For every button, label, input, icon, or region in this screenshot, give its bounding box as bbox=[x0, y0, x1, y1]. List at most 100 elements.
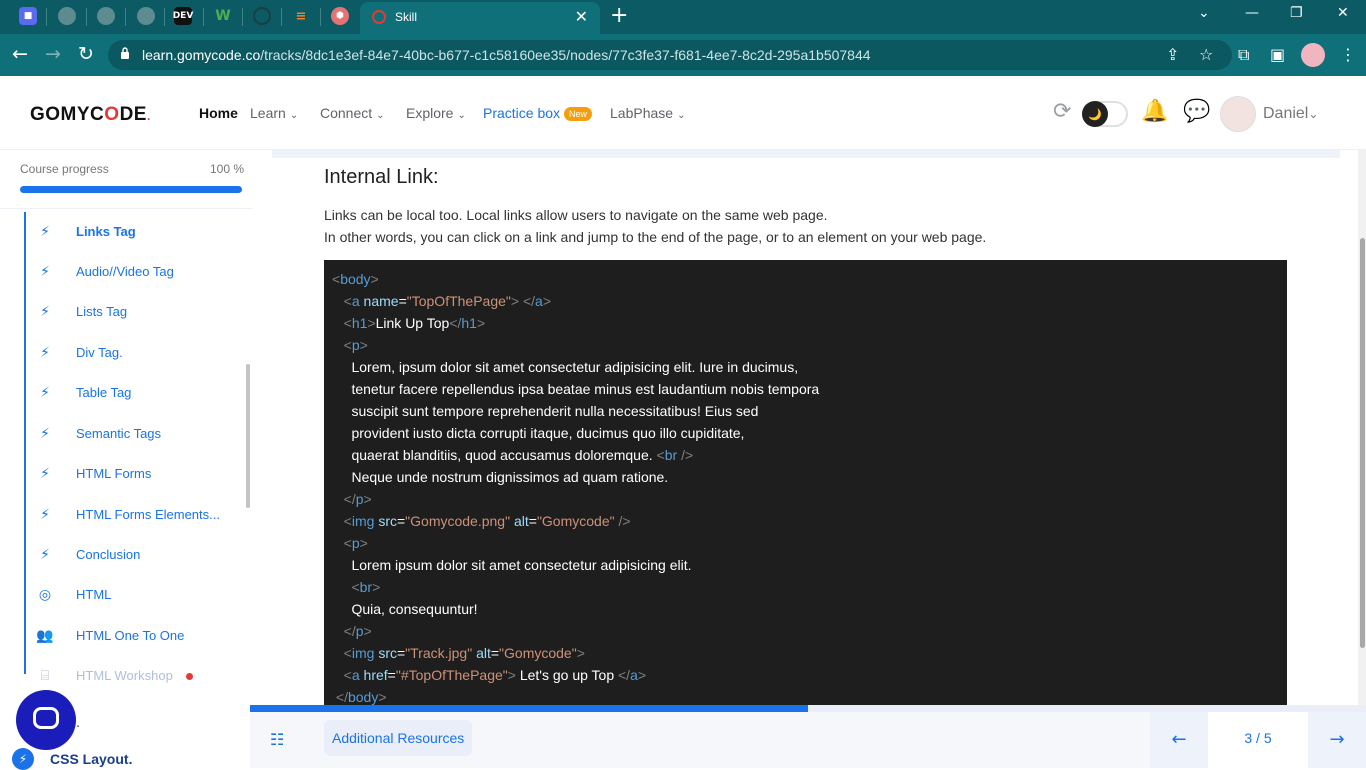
course-sidebar: Course progress 100 % ⚡ Links Tag ⚡ Audio/… bbox=[0, 150, 252, 770]
bolt-icon: ⚡ bbox=[40, 507, 50, 523]
globe-icon[interactable] bbox=[58, 7, 76, 25]
close-icon[interactable]: ✕ bbox=[575, 7, 588, 27]
new-tab-button[interactable]: + bbox=[610, 3, 628, 28]
next-arrow-icon[interactable]: → bbox=[1308, 712, 1366, 768]
bolt-icon: ⚡ bbox=[40, 466, 50, 482]
w-icon[interactable]: W bbox=[214, 7, 232, 25]
gomycode-logo[interactable]: GOMYCODE. bbox=[30, 104, 151, 126]
sidebar-item-html[interactable]: ◎ HTML bbox=[36, 585, 236, 605]
new-badge: New bbox=[564, 107, 593, 121]
nav-learn[interactable]: Learn ⌄ bbox=[250, 105, 298, 121]
lesson-paragraph: Links can be local too. Local links allo… bbox=[324, 207, 987, 245]
chevron-down-icon: ⌄ bbox=[376, 110, 385, 121]
chevron-down-icon: ⌄ bbox=[1308, 107, 1319, 121]
shield-icon[interactable]: ⬢ bbox=[331, 7, 349, 25]
opera-icon bbox=[372, 10, 386, 24]
bolt-icon: ⚡ bbox=[12, 748, 34, 770]
code-block: <body> <a name="TopOfThePage"> </a> <h1>… bbox=[324, 260, 1287, 705]
nav-practice-box[interactable]: Practice box New bbox=[483, 105, 593, 121]
lesson-progress-fill bbox=[250, 705, 808, 712]
bolt-icon: ⚡ bbox=[40, 385, 50, 401]
people-icon: 👥 bbox=[36, 628, 54, 644]
back-arrow-icon[interactable]: ← bbox=[12, 43, 28, 65]
chevron-down-icon: ⌄ bbox=[457, 110, 466, 121]
tab-search-icon[interactable]: ⌄ bbox=[1198, 5, 1210, 21]
forward-arrow-icon[interactable]: → bbox=[45, 43, 61, 65]
previous-arrow-icon[interactable]: ← bbox=[1150, 712, 1208, 768]
chevron-down-icon: ⌄ bbox=[677, 110, 686, 121]
url-text: learn.gomycode.co/tracks/8dc1e3ef-84e7-4… bbox=[142, 47, 871, 63]
workshop-icon: ⌸ bbox=[40, 668, 50, 684]
notification-dot bbox=[186, 673, 193, 680]
star-icon[interactable]: ☆ bbox=[1199, 45, 1213, 64]
address-bar[interactable]: learn.gomycode.co/tracks/8dc1e3ef-84e7-4… bbox=[108, 40, 1232, 70]
maximize-button[interactable]: ❐ bbox=[1290, 5, 1303, 21]
globe-icon[interactable] bbox=[137, 7, 155, 25]
user-menu[interactable]: Daniel⌄ bbox=[1263, 105, 1318, 123]
moon-icon: 🌙 bbox=[1082, 101, 1108, 127]
dev-icon[interactable]: DEV bbox=[173, 7, 193, 25]
dark-mode-toggle[interactable]: 🌙 bbox=[1082, 101, 1128, 127]
profile-avatar[interactable] bbox=[1301, 43, 1325, 67]
tab-title: Skill bbox=[395, 10, 418, 24]
sidebar-item-html-forms[interactable]: ⚡ HTML Forms bbox=[36, 464, 236, 484]
bolt-icon: ⚡ bbox=[40, 304, 50, 320]
timeline-line bbox=[24, 212, 26, 674]
sidebar-item-html-forms-elements[interactable]: ⚡ HTML Forms Elements... bbox=[36, 505, 236, 525]
sidebar-item-audio-video-tag[interactable]: ⚡ Audio//Video Tag bbox=[36, 262, 236, 282]
support-chat-button[interactable] bbox=[16, 690, 76, 750]
user-avatar[interactable] bbox=[1220, 96, 1256, 132]
bell-icon[interactable]: 🔔 bbox=[1141, 99, 1168, 124]
close-window-button[interactable]: ✕ bbox=[1337, 5, 1349, 21]
lock-icon bbox=[121, 47, 129, 59]
sidebar-item-html-workshop[interactable]: ⌸ HTML Workshop bbox=[36, 666, 236, 686]
app-header: GOMYCODE. Home Learn ⌄ Connect ⌄ Explore ⌄ … bbox=[0, 76, 1366, 150]
chat-icon[interactable]: 💬 bbox=[1183, 99, 1210, 124]
tab-skill[interactable]: Skill ✕ bbox=[360, 2, 600, 34]
bolt-icon: ⚡ bbox=[40, 547, 50, 563]
globe-icon[interactable] bbox=[97, 7, 115, 25]
sidebar-scrollbar[interactable] bbox=[246, 364, 250, 508]
sidebar-item-partial: . bbox=[76, 714, 80, 730]
nav-connect[interactable]: Connect ⌄ bbox=[320, 105, 385, 121]
browser-tab-strip: ■ DEV W ≡ ⬢ Skill ✕ + ⌄ — ❐ ✕ bbox=[0, 0, 1366, 34]
nav-explore[interactable]: Explore ⌄ bbox=[406, 105, 466, 121]
stackoverflow-icon[interactable]: ≡ bbox=[292, 7, 310, 25]
bolt-icon: ⚡ bbox=[40, 345, 50, 361]
section-title: Internal Link: bbox=[324, 166, 439, 188]
sidebar-item-links-tag[interactable]: ⚡ Links Tag bbox=[36, 222, 236, 242]
sidebar-item-lists-tag[interactable]: ⚡ Lists Tag bbox=[36, 302, 236, 322]
sidebar-item-semantic-tags[interactable]: ⚡ Semantic Tags bbox=[36, 424, 236, 444]
course-progress-bar bbox=[20, 186, 242, 193]
bolt-icon: ⚡ bbox=[40, 224, 50, 240]
github-icon[interactable] bbox=[253, 7, 271, 25]
course-progress-label: Course progress bbox=[20, 162, 109, 176]
extensions-icon[interactable]: ⧉ bbox=[1238, 45, 1249, 65]
minimize-button[interactable]: — bbox=[1245, 5, 1259, 21]
chat-bubble-icon bbox=[33, 707, 59, 729]
nav-labphase[interactable]: LabPhase ⌄ bbox=[610, 105, 685, 121]
additional-resources-button[interactable]: Additional Resources bbox=[324, 720, 473, 756]
sidepanel-icon[interactable]: ▣ bbox=[1270, 45, 1285, 64]
browser-toolbar: ← → ↻ learn.gomycode.co/tracks/8dc1e3ef-… bbox=[0, 34, 1366, 76]
page-indicator: 3 / 5 bbox=[1208, 712, 1308, 768]
reload-icon[interactable]: ↻ bbox=[78, 43, 94, 65]
sidebar-item-div-tag[interactable]: ⚡ Div Tag. bbox=[36, 343, 236, 363]
nav-home[interactable]: Home bbox=[199, 105, 238, 121]
chevron-down-icon: ⌄ bbox=[289, 110, 299, 121]
lesson-footer: ☷ Additional Resources ← 3 / 5 → bbox=[250, 712, 1366, 768]
bolt-icon: ⚡ bbox=[40, 264, 50, 280]
list-icon[interactable]: ☷ bbox=[270, 730, 284, 749]
scrollbar-thumb[interactable] bbox=[1360, 238, 1365, 648]
app-icon[interactable]: ■ bbox=[19, 7, 37, 25]
sidebar-item-html-one-to-one[interactable]: 👥 HTML One To One bbox=[36, 626, 236, 646]
bolt-icon: ⚡ bbox=[40, 426, 50, 442]
sidebar-item-conclusion[interactable]: ⚡ Conclusion bbox=[36, 545, 236, 565]
page-scrollbar[interactable] bbox=[1358, 150, 1366, 705]
share-icon[interactable]: ⇪ bbox=[1166, 45, 1179, 64]
menu-dots-icon[interactable]: ⋮ bbox=[1340, 45, 1356, 64]
sidebar-item-table-tag[interactable]: ⚡ Table Tag bbox=[36, 383, 236, 403]
sync-icon[interactable]: ⟳ bbox=[1053, 99, 1071, 124]
lesson-content: Internal Link: Links can be local too. L… bbox=[252, 150, 1358, 705]
course-progress-value: 100 % bbox=[210, 162, 245, 176]
